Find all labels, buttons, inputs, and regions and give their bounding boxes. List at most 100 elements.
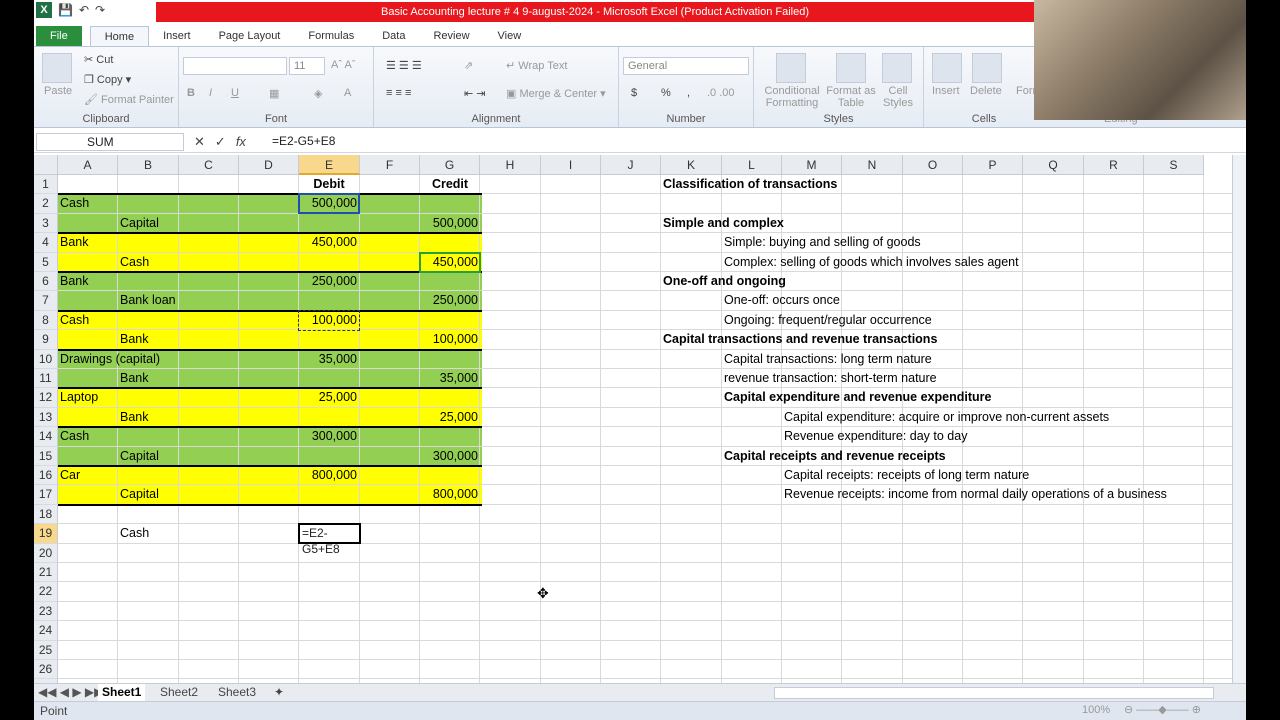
tab-page-layout[interactable]: Page Layout [205,26,295,46]
column-header-f[interactable]: F [360,155,420,175]
credit-amount-cell[interactable]: 300,000 [422,447,478,466]
column-header-d[interactable]: D [239,155,299,175]
note-oneoff[interactable]: One-off: occurs once [724,291,840,310]
note-simple-complex[interactable]: Simple and complex [663,214,784,233]
row-header-21[interactable]: 21 [34,563,58,583]
credit-account-cell[interactable]: Cash [120,253,149,272]
row-header-8[interactable]: 8 [34,310,58,331]
note-ongoing[interactable]: Ongoing: frequent/regular occurrence [724,311,932,330]
credit-account-cell[interactable]: Bank [120,330,149,349]
column-header-s[interactable]: S [1144,155,1204,175]
row-header-13[interactable]: 13 [34,407,58,428]
credit-amount-cell[interactable]: 25,000 [422,408,478,427]
grow-font-icon[interactable]: Aˆ Aˇ [331,59,355,71]
cell-styles-icon[interactable] [882,53,912,83]
tab-view[interactable]: View [484,26,536,46]
font-size-select[interactable]: 11 [289,57,325,75]
row-header-17[interactable]: 17 [34,485,58,505]
debit-account-cell[interactable]: Cash [60,427,89,446]
function-icon[interactable]: fx [236,134,246,150]
zoom-slider[interactable]: ⊖ ——◆—— ⊕ [1124,703,1201,716]
debit-account-cell[interactable]: Bank [60,272,89,291]
align-left-icon[interactable]: ≡ ≡ ≡ [386,87,411,99]
column-header-j[interactable]: J [601,155,661,175]
tab-home[interactable]: Home [89,26,150,46]
italic-button[interactable]: I [209,87,212,99]
note-cap-rev-rec[interactable]: Capital receipts and revenue receipts [724,447,946,466]
debit-account-cell[interactable]: Laptop [60,388,98,407]
row-header-19[interactable]: 19 [34,524,58,544]
column-header-k[interactable]: K [661,155,722,175]
save-icon[interactable]: 💾 [58,3,73,17]
credit-amount-cell[interactable]: 800,000 [422,485,478,504]
column-header-b[interactable]: B [118,155,179,175]
tab-review[interactable]: Review [419,26,483,46]
spreadsheet-grid[interactable]: A B C D E F G H I J K L M N O P Q R S 1 2 3 4 5 6 7 8 9 10 11 12 13 14 15… [34,155,1232,683]
row-header-7[interactable]: 7 [34,291,58,311]
credit-account-cell[interactable]: Capital [120,214,159,233]
row-header-14[interactable]: 14 [34,427,58,447]
row-header-4[interactable]: 4 [34,233,58,253]
credit-account-cell[interactable]: Bank loan [120,291,176,310]
comma-button[interactable]: , [687,87,690,99]
row-header-25[interactable]: 25 [34,640,58,660]
sheet-tab-2[interactable]: Sheet2 [160,684,198,701]
bold-button[interactable]: B [187,87,195,99]
fill-color-icon[interactable]: ◈ [314,87,322,100]
sheet-tab-1[interactable]: Sheet1 [98,684,146,701]
row-header-18[interactable]: 18 [34,504,58,525]
debit-amount-cell[interactable]: 450,000 [301,233,357,252]
note-cap-rev-trans[interactable]: Capital transactions and revenue transac… [663,330,937,349]
tab-insert[interactable]: Insert [149,26,205,46]
debit-amount-cell[interactable]: 300,000 [301,427,357,446]
note-cap-trans[interactable]: Capital transactions: long term nature [724,350,932,369]
conditional-formatting-button[interactable]: Conditional Formatting [762,85,822,109]
currency-button[interactable]: $ [631,87,637,99]
delete-cells-icon[interactable] [972,53,1002,83]
credit-amount-cell[interactable]: 500,000 [422,214,478,233]
row-header-6[interactable]: 6 [34,272,58,292]
credit-account-cell[interactable]: Capital [120,447,159,466]
row-header-1[interactable]: 1 [34,175,58,195]
credit-amount-cell[interactable]: 35,000 [422,369,478,388]
note-cap-exp[interactable]: Capital expenditure: acquire or improve … [784,408,1109,427]
row-header-3[interactable]: 3 [34,213,58,234]
note-simple[interactable]: Simple: buying and selling of goods [724,233,921,252]
new-sheet-icon[interactable]: ✦ [274,684,284,701]
tab-file[interactable]: File [36,26,82,46]
format-as-table-icon[interactable] [836,53,866,83]
row-header-16[interactable]: 16 [34,466,58,486]
column-header-l[interactable]: L [722,155,782,175]
number-format-select[interactable]: General [623,57,749,75]
note-rev-rec[interactable]: Revenue receipts: income from normal dai… [784,485,1167,504]
enter-icon[interactable]: ✓ [215,134,226,150]
borders-icon[interactable]: ▦ [269,87,279,100]
decimal-icon[interactable]: .0 .00 [707,87,735,99]
row-header-22[interactable]: 22 [34,582,58,602]
row19-label-cell[interactable]: Cash [120,524,149,543]
column-header-m[interactable]: M [782,155,842,175]
tab-data[interactable]: Data [368,26,419,46]
credit-account-cell[interactable]: Capital [120,485,159,504]
formula-input[interactable]: =E2-G5+E8 [272,134,335,148]
credit-account-cell[interactable]: Bank [120,369,149,388]
cut-button[interactable]: ✂ Cut [84,53,113,66]
note-cap-rev-exp[interactable]: Capital expenditure and revenue expendit… [724,388,991,407]
insert-cells-button[interactable]: Insert [932,85,960,97]
column-header-q[interactable]: Q [1023,155,1084,175]
column-header-a[interactable]: A [58,155,118,175]
note-complex[interactable]: Complex: selling of goods which involves… [724,253,1019,272]
row-header-24[interactable]: 24 [34,621,58,641]
tab-formulas[interactable]: Formulas [294,26,368,46]
row-header-15[interactable]: 15 [34,446,58,466]
note-rev-trans[interactable]: revenue transaction: short-term nature [724,369,937,388]
cell-styles-button[interactable]: Cell Styles [878,85,918,109]
row-header-26[interactable]: 26 [34,660,58,680]
note-title[interactable]: Classification of transactions [663,175,837,194]
copy-button[interactable]: ❐ Copy ▾ [84,73,131,86]
credit-account-cell[interactable]: Bank [120,408,149,427]
column-header-h[interactable]: H [480,155,541,175]
conditional-formatting-icon[interactable] [776,53,806,83]
wrap-text-button[interactable]: ↵ Wrap Text [506,59,567,72]
vertical-scrollbar[interactable] [1232,155,1246,683]
